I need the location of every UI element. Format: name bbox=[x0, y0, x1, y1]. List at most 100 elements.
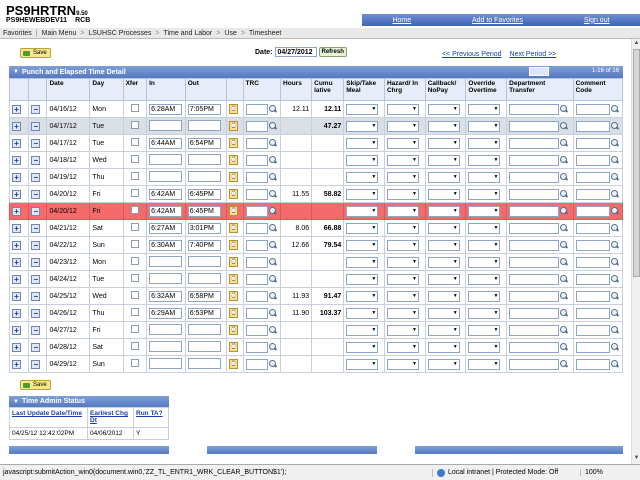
clock-icon[interactable]: ⌚ bbox=[229, 342, 239, 352]
trc-input[interactable] bbox=[245, 205, 268, 217]
override-select[interactable] bbox=[468, 290, 501, 302]
lookup-icon[interactable] bbox=[610, 224, 619, 232]
skip-meal-select[interactable] bbox=[346, 273, 379, 285]
date-input[interactable]: 04/27/2012 bbox=[274, 47, 317, 57]
clock-icon[interactable]: ⌚ bbox=[229, 189, 239, 199]
clock-icon[interactable]: ⌚ bbox=[229, 104, 239, 114]
hazard-select[interactable] bbox=[386, 273, 419, 285]
clock-icon[interactable]: ⌚ bbox=[229, 121, 239, 131]
trc-input[interactable] bbox=[245, 137, 268, 149]
lookup-icon[interactable] bbox=[268, 343, 277, 351]
sign-out-link[interactable]: Sign out bbox=[584, 17, 610, 24]
comment-code-input[interactable] bbox=[575, 171, 610, 183]
override-select[interactable] bbox=[468, 222, 501, 234]
xfer-checkbox[interactable] bbox=[130, 240, 139, 248]
delete-row-icon[interactable]: − bbox=[31, 257, 41, 267]
clock-icon[interactable]: ⌚ bbox=[229, 291, 239, 301]
lookup-icon[interactable] bbox=[268, 360, 277, 368]
punch-out-input[interactable] bbox=[187, 119, 221, 131]
add-row-icon[interactable]: + bbox=[12, 359, 21, 369]
lookup-icon[interactable] bbox=[560, 258, 568, 266]
clock-icon[interactable]: ⌚ bbox=[229, 223, 239, 233]
zoom-level[interactable]: 100% bbox=[580, 469, 640, 476]
xfer-checkbox[interactable] bbox=[130, 189, 139, 197]
lookup-icon[interactable] bbox=[560, 207, 568, 215]
punch-out-input[interactable]: 6:53PM bbox=[187, 307, 221, 319]
delete-row-icon[interactable]: − bbox=[31, 155, 41, 165]
scrollbar[interactable]: ▲ ▼ bbox=[631, 39, 640, 464]
lookup-icon[interactable] bbox=[560, 173, 568, 181]
comment-code-input[interactable] bbox=[575, 137, 610, 149]
punch-in-input[interactable] bbox=[149, 170, 183, 182]
trc-input[interactable] bbox=[245, 256, 268, 268]
lookup-icon[interactable] bbox=[268, 309, 277, 317]
department-transfer-input[interactable] bbox=[509, 341, 560, 353]
lookup-icon[interactable] bbox=[560, 326, 568, 334]
punch-out-input[interactable] bbox=[187, 255, 221, 267]
trc-input[interactable] bbox=[245, 239, 268, 251]
lookup-icon[interactable] bbox=[268, 105, 277, 113]
hazard-select[interactable] bbox=[386, 256, 419, 268]
callback-select[interactable] bbox=[427, 358, 460, 370]
trc-input[interactable] bbox=[245, 154, 268, 166]
callback-select[interactable] bbox=[427, 154, 460, 166]
callback-select[interactable] bbox=[427, 273, 460, 285]
lookup-icon[interactable] bbox=[560, 275, 568, 283]
tas-col-earliest-chg[interactable]: Earliest Chg Dt bbox=[87, 407, 134, 428]
delete-row-icon[interactable]: − bbox=[31, 206, 41, 216]
callback-select[interactable] bbox=[427, 290, 460, 302]
clock-icon[interactable]: ⌚ bbox=[229, 172, 239, 182]
lookup-icon[interactable] bbox=[560, 343, 568, 351]
department-transfer-input[interactable] bbox=[509, 154, 560, 166]
lookup-icon[interactable] bbox=[268, 173, 277, 181]
override-select[interactable] bbox=[468, 324, 501, 336]
lookup-icon[interactable] bbox=[610, 156, 619, 164]
punch-in-input[interactable]: 6:32AM bbox=[149, 290, 183, 302]
comment-code-input[interactable] bbox=[575, 188, 610, 200]
lookup-icon[interactable] bbox=[560, 190, 568, 198]
home-link[interactable]: Home bbox=[392, 17, 411, 24]
lookup-icon[interactable] bbox=[560, 360, 568, 368]
punch-in-input[interactable]: 6:29AM bbox=[149, 307, 183, 319]
xfer-checkbox[interactable] bbox=[130, 104, 139, 112]
skip-meal-select[interactable] bbox=[346, 239, 379, 251]
trc-input[interactable] bbox=[245, 103, 268, 115]
xfer-checkbox[interactable] bbox=[130, 155, 139, 163]
delete-row-icon[interactable]: − bbox=[31, 189, 41, 199]
lookup-icon[interactable] bbox=[268, 122, 277, 130]
comment-code-input[interactable] bbox=[575, 273, 610, 285]
delete-row-icon[interactable]: − bbox=[31, 223, 41, 233]
callback-select[interactable] bbox=[427, 341, 460, 353]
department-transfer-input[interactable] bbox=[509, 188, 560, 200]
department-transfer-input[interactable] bbox=[509, 290, 560, 302]
trc-input[interactable] bbox=[245, 358, 268, 370]
comment-code-input[interactable] bbox=[575, 290, 610, 302]
comment-code-input[interactable] bbox=[575, 120, 610, 132]
punch-out-input[interactable]: 6:45PM bbox=[187, 205, 221, 217]
skip-meal-select[interactable] bbox=[346, 171, 379, 183]
delete-row-icon[interactable]: − bbox=[31, 138, 41, 148]
override-select[interactable] bbox=[468, 137, 501, 149]
punch-out-input[interactable]: 6:58PM bbox=[187, 290, 221, 302]
trc-input[interactable] bbox=[245, 307, 268, 319]
trc-input[interactable] bbox=[245, 188, 268, 200]
delete-row-icon[interactable]: − bbox=[31, 240, 41, 250]
punch-out-input[interactable] bbox=[187, 153, 221, 165]
department-transfer-input[interactable] bbox=[509, 222, 560, 234]
department-transfer-input[interactable] bbox=[509, 358, 560, 370]
override-select[interactable] bbox=[468, 256, 501, 268]
delete-row-icon[interactable]: − bbox=[31, 325, 41, 335]
lookup-icon[interactable] bbox=[610, 105, 619, 113]
override-select[interactable] bbox=[468, 273, 501, 285]
clock-icon[interactable]: ⌚ bbox=[229, 325, 239, 335]
comment-code-input[interactable] bbox=[575, 103, 610, 115]
add-row-icon[interactable]: + bbox=[12, 291, 21, 301]
xfer-checkbox[interactable] bbox=[130, 325, 139, 333]
hazard-select[interactable] bbox=[386, 324, 419, 336]
clock-icon[interactable]: ⌚ bbox=[229, 257, 239, 267]
collapse-icon[interactable]: ▼ bbox=[13, 399, 19, 405]
callback-select[interactable] bbox=[427, 239, 460, 251]
trc-input[interactable] bbox=[245, 273, 268, 285]
hazard-select[interactable] bbox=[386, 239, 419, 251]
add-favorites-link[interactable]: Add to Favorites bbox=[472, 17, 523, 24]
